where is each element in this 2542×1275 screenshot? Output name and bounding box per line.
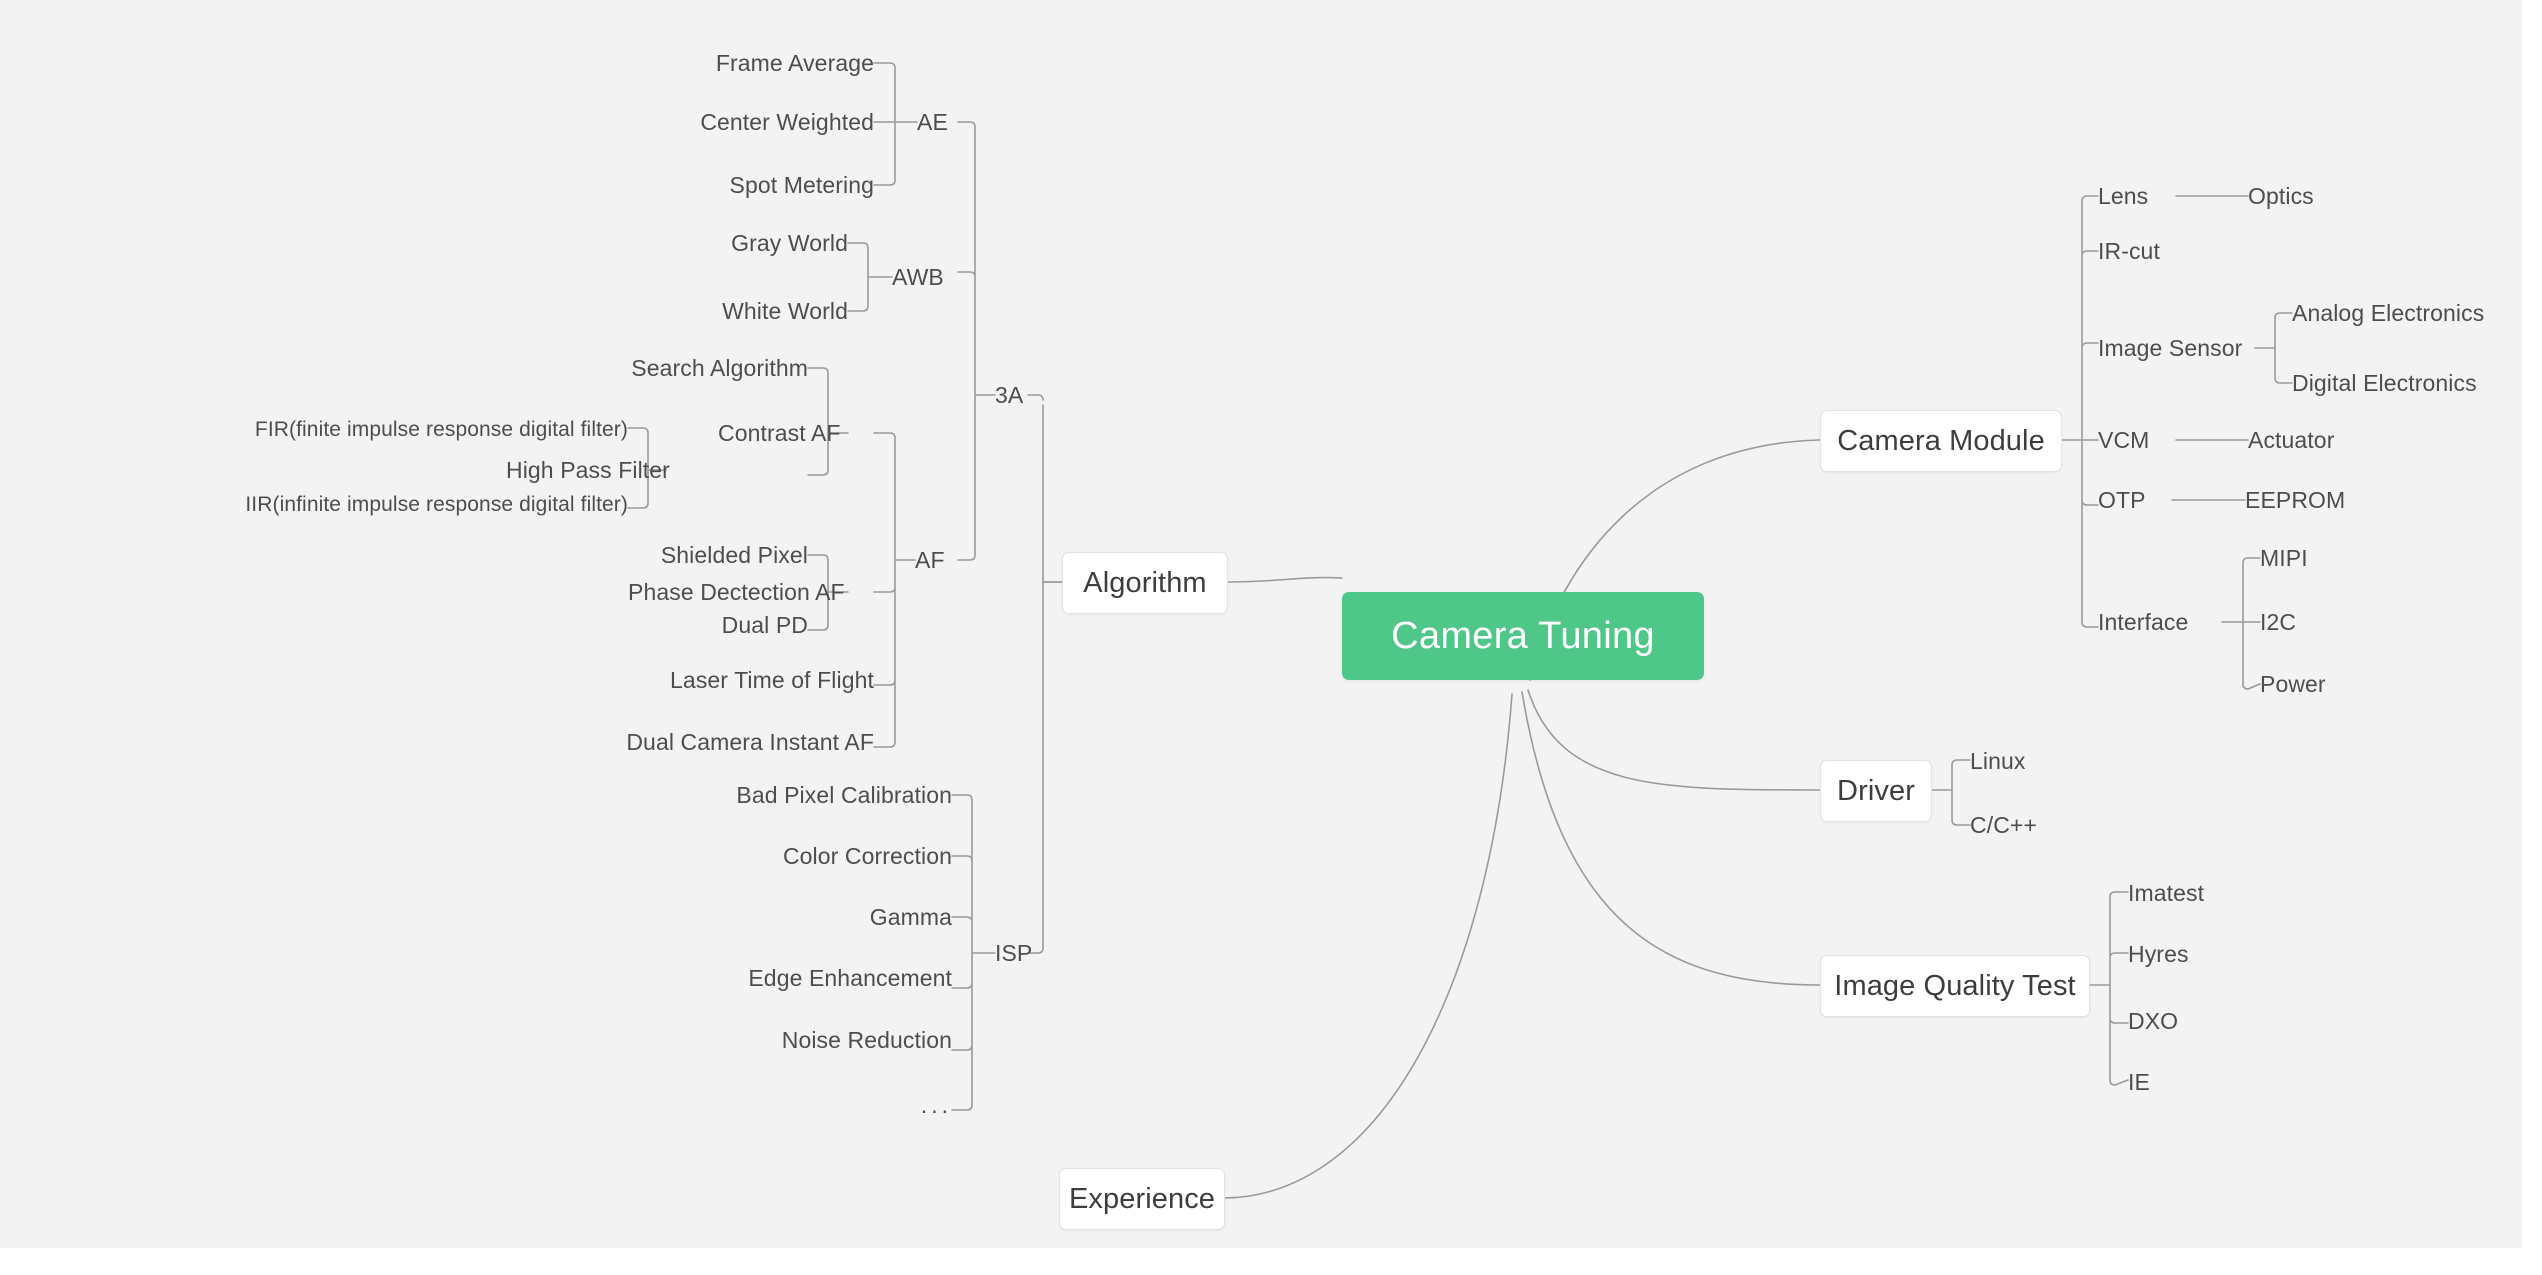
edge-isp-spine [951, 794, 973, 1111]
node-dual-camera-instant-af[interactable]: Dual Camera Instant AF [560, 725, 874, 759]
edge-iqt-spine [2109, 891, 2129, 1086]
node-linux[interactable]: Linux [1970, 744, 2080, 778]
node-3a[interactable]: 3A [995, 378, 1055, 412]
node-otp[interactable]: OTP [2098, 483, 2176, 517]
edge-root-image-quality-test [1521, 691, 1821, 986]
node-fir[interactable]: FIR(finite impulse response digital filt… [60, 412, 628, 446]
node-dxo[interactable]: DXO [2128, 1004, 2268, 1038]
edge-root-driver [1527, 689, 1821, 791]
node-laser-time-of-flight[interactable]: Laser Time of Flight [600, 663, 874, 697]
mindmap-canvas: Camera Tuning Camera Module Algorithm Dr… [0, 0, 2522, 1248]
node-vcm[interactable]: VCM [2098, 423, 2180, 457]
node-iir[interactable]: IIR(infinite impulse response digital fi… [40, 487, 628, 521]
edge-camera-module-spine [2081, 195, 2099, 628]
node-driver[interactable]: Driver [1820, 760, 1932, 822]
node-noise-reduction[interactable]: Noise Reduction [650, 1023, 952, 1057]
node-eeprom[interactable]: EEPROM [2245, 483, 2385, 517]
node-ie[interactable]: IE [2128, 1065, 2268, 1099]
node-search-algorithm[interactable]: Search Algorithm [520, 351, 808, 385]
edge-image-sensor-spine [2274, 312, 2293, 384]
node-optics[interactable]: Optics [2248, 179, 2368, 213]
node-ir-cut[interactable]: IR-cut [2098, 234, 2198, 268]
node-isp-more[interactable]: ... [650, 1088, 952, 1122]
node-shielded-pixel[interactable]: Shielded Pixel [560, 538, 808, 572]
node-spot-metering[interactable]: Spot Metering [600, 168, 874, 202]
node-awb[interactable]: AWB [892, 260, 972, 294]
node-edge-enhancement[interactable]: Edge Enhancement [650, 961, 952, 995]
node-af[interactable]: AF [915, 543, 969, 577]
node-image-sensor[interactable]: Image Sensor [2098, 331, 2258, 365]
node-interface[interactable]: Interface [2098, 605, 2228, 639]
edge-af-spine [873, 432, 896, 748]
node-actuator[interactable]: Actuator [2248, 423, 2388, 457]
node-gamma[interactable]: Gamma [650, 900, 952, 934]
node-frame-average[interactable]: Frame Average [600, 46, 874, 80]
node-color-correction[interactable]: Color Correction [650, 839, 952, 873]
node-mipi[interactable]: MIPI [2260, 541, 2370, 575]
node-power[interactable]: Power [2260, 667, 2370, 701]
node-algorithm[interactable]: Algorithm [1062, 552, 1228, 614]
node-bad-pixel-calibration[interactable]: Bad Pixel Calibration [650, 778, 952, 812]
node-experience[interactable]: Experience [1059, 1168, 1225, 1230]
edge-ae-spine [873, 62, 896, 186]
mindmap-stage: Camera Tuning Camera Module Algorithm Dr… [0, 0, 2542, 1275]
ellipsis-label: ... [920, 1091, 952, 1118]
node-image-quality-test[interactable]: Image Quality Test [1820, 955, 2090, 1017]
node-cpp[interactable]: C/C++ [1970, 808, 2090, 842]
node-high-pass-filter[interactable]: High Pass Filter [506, 453, 670, 487]
edge-interface-spine [2242, 557, 2261, 690]
edge-root-algorithm [1227, 576, 1343, 583]
node-center-weighted[interactable]: Center Weighted [600, 105, 874, 139]
edge-root-experience [1224, 693, 1513, 1199]
node-contrast-af[interactable]: Contrast AF [718, 416, 850, 450]
node-camera-module[interactable]: Camera Module [1820, 410, 2062, 472]
node-hyres[interactable]: Hyres [2128, 937, 2268, 971]
root-node-camera-tuning[interactable]: Camera Tuning [1342, 592, 1704, 680]
node-imatest[interactable]: Imatest [2128, 876, 2268, 910]
edge-driver-spine [1951, 759, 1971, 826]
node-gray-world[interactable]: Gray World [600, 226, 848, 260]
edge-algorithm-spine [1027, 394, 1063, 954]
edge-3a-spine [957, 121, 976, 561]
node-i2c[interactable]: I2C [2260, 605, 2370, 639]
node-dual-pd[interactable]: Dual PD [560, 608, 808, 642]
edge-awb-spine [847, 242, 869, 312]
node-ae[interactable]: AE [917, 105, 977, 139]
node-isp[interactable]: ISP [995, 936, 1061, 970]
node-digital-electronics[interactable]: Digital Electronics [2292, 366, 2542, 400]
node-analog-electronics[interactable]: Analog Electronics [2292, 296, 2542, 330]
node-phase-detection-af[interactable]: Phase Dectection AF [628, 575, 850, 609]
node-lens[interactable]: Lens [2098, 179, 2178, 213]
node-white-world[interactable]: White World [600, 294, 848, 328]
